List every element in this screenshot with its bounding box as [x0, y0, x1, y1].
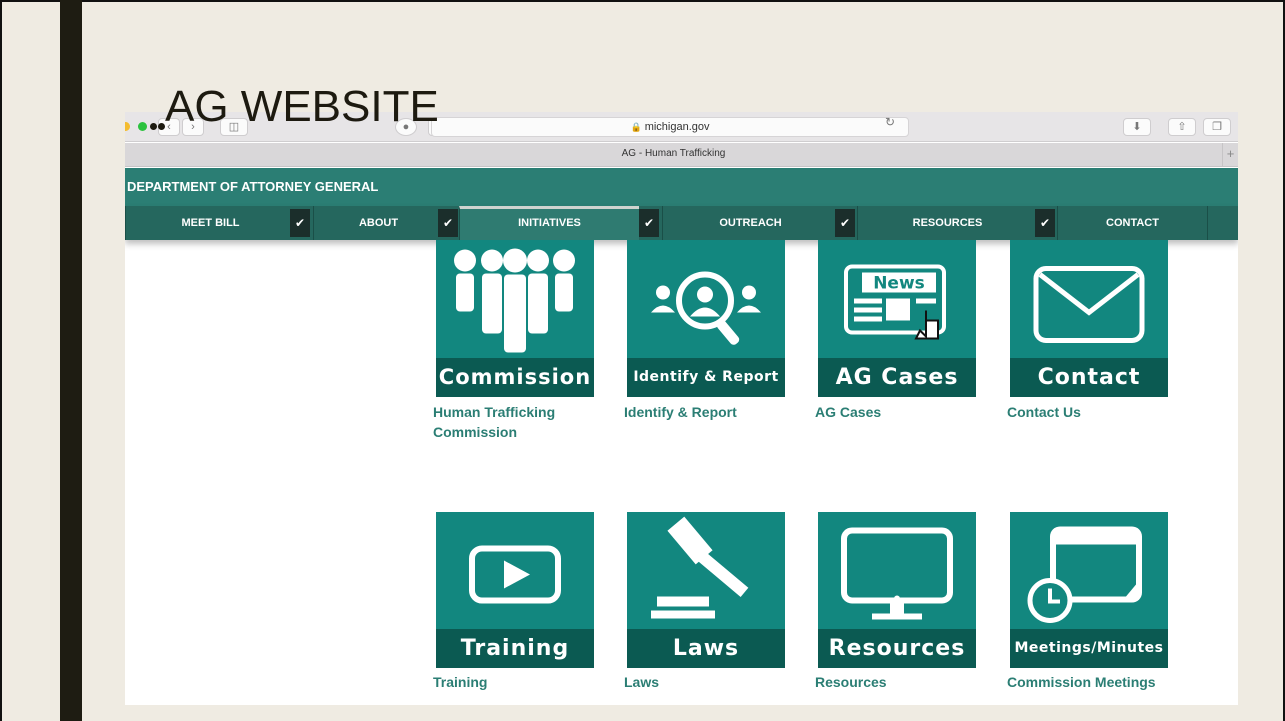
- calendar-clock-icon: [1027, 526, 1142, 623]
- tile-band-label: AG Cases: [818, 358, 976, 397]
- tile-link-laws[interactable]: Laws: [624, 672, 794, 692]
- play-icon: [469, 545, 561, 604]
- tile-link-meetings[interactable]: Commission Meetings: [1007, 672, 1177, 692]
- news-icon: News: [844, 264, 946, 340]
- tile-meetings[interactable]: Meetings/Minutes: [1010, 512, 1168, 668]
- browser-window: ‹ › ◫ ● ≡ 🔒michigan.gov ↻ ⬇ ⇧ ❐ AG - Hum…: [125, 112, 1238, 705]
- share-icon[interactable]: ⇧: [1168, 118, 1196, 136]
- tile-band-label: Commission: [436, 358, 594, 397]
- tile-link-commission[interactable]: Human Trafficking Commission: [433, 402, 583, 442]
- chevron-down-icon[interactable]: ✔: [438, 209, 458, 237]
- nav-initiatives[interactable]: INITIATIVES: [459, 206, 639, 240]
- nav-meet-bill[interactable]: MEET BILL: [125, 206, 295, 240]
- bullet-icon: [158, 123, 165, 130]
- envelope-icon: [1033, 266, 1145, 343]
- tile-link-contact[interactable]: Contact Us: [1007, 402, 1177, 422]
- lock-icon: 🔒: [630, 122, 642, 132]
- new-tab-button[interactable]: +: [1222, 143, 1238, 166]
- window-zoom-button[interactable]: [138, 122, 147, 131]
- slide-accent-bar: [60, 0, 82, 721]
- chevron-down-icon[interactable]: ✔: [835, 209, 855, 237]
- tile-band-label: Meetings/Minutes: [1010, 629, 1168, 668]
- tile-ag-cases[interactable]: News AG Cases: [818, 240, 976, 397]
- window-minimize-button[interactable]: [125, 122, 130, 131]
- magnifier-person-icon: [651, 271, 761, 345]
- gavel-icon: [651, 516, 749, 619]
- tile-link-identify-report[interactable]: Identify & Report: [624, 402, 794, 422]
- tab-bar: AG - Human Trafficking +: [125, 143, 1238, 167]
- downloads-icon[interactable]: ⬇: [1123, 118, 1151, 136]
- tile-band-label: Laws: [627, 629, 785, 668]
- tile-band-label: Resources: [818, 629, 976, 668]
- bullet-icon: [150, 123, 157, 130]
- tab-title[interactable]: AG - Human Trafficking: [125, 148, 1222, 159]
- news-icon-text: News: [873, 274, 925, 294]
- tile-band-label: Identify & Report: [627, 358, 785, 397]
- tile-identify-report[interactable]: Identify & Report: [627, 240, 785, 397]
- tile-laws[interactable]: Laws: [627, 512, 785, 668]
- tile-commission[interactable]: Commission: [436, 240, 594, 397]
- address-bar[interactable]: 🔒 michigan.gov: [431, 117, 909, 137]
- monitor-icon: [841, 527, 953, 620]
- nav-divider: [1207, 206, 1238, 240]
- tile-training[interactable]: Training: [436, 512, 594, 668]
- chevron-down-icon[interactable]: ✔: [1035, 209, 1055, 237]
- tile-link-resources[interactable]: Resources: [815, 672, 985, 692]
- main-nav: MEET BILL ✔ ABOUT ✔ INITIATIVES ✔ OUTREA…: [125, 206, 1238, 240]
- nav-about[interactable]: ABOUT: [313, 206, 443, 240]
- tile-link-training[interactable]: Training: [433, 672, 603, 692]
- tile-link-ag-cases[interactable]: AG Cases: [815, 402, 985, 422]
- chevron-down-icon[interactable]: ✔: [290, 209, 310, 237]
- tabs-icon[interactable]: ❐: [1203, 118, 1231, 136]
- department-header[interactable]: DEPARTMENT OF ATTORNEY GENERAL: [125, 168, 1238, 206]
- chevron-down-icon[interactable]: ✔: [639, 209, 659, 237]
- tile-band-label: Training: [436, 629, 594, 668]
- slide-title: AG WEBSITE: [165, 82, 439, 131]
- people-icon: [454, 248, 575, 353]
- tile-contact[interactable]: Contact: [1010, 240, 1168, 397]
- tile-band-label: Contact: [1010, 358, 1168, 397]
- reload-icon[interactable]: ↻: [885, 115, 895, 129]
- nav-contact[interactable]: CONTACT: [1057, 206, 1207, 240]
- tile-resources[interactable]: Resources: [818, 512, 976, 668]
- nav-resources[interactable]: RESOURCES: [857, 206, 1037, 240]
- nav-outreach[interactable]: OUTREACH: [662, 206, 838, 240]
- address-text: michigan.gov: [644, 121, 710, 133]
